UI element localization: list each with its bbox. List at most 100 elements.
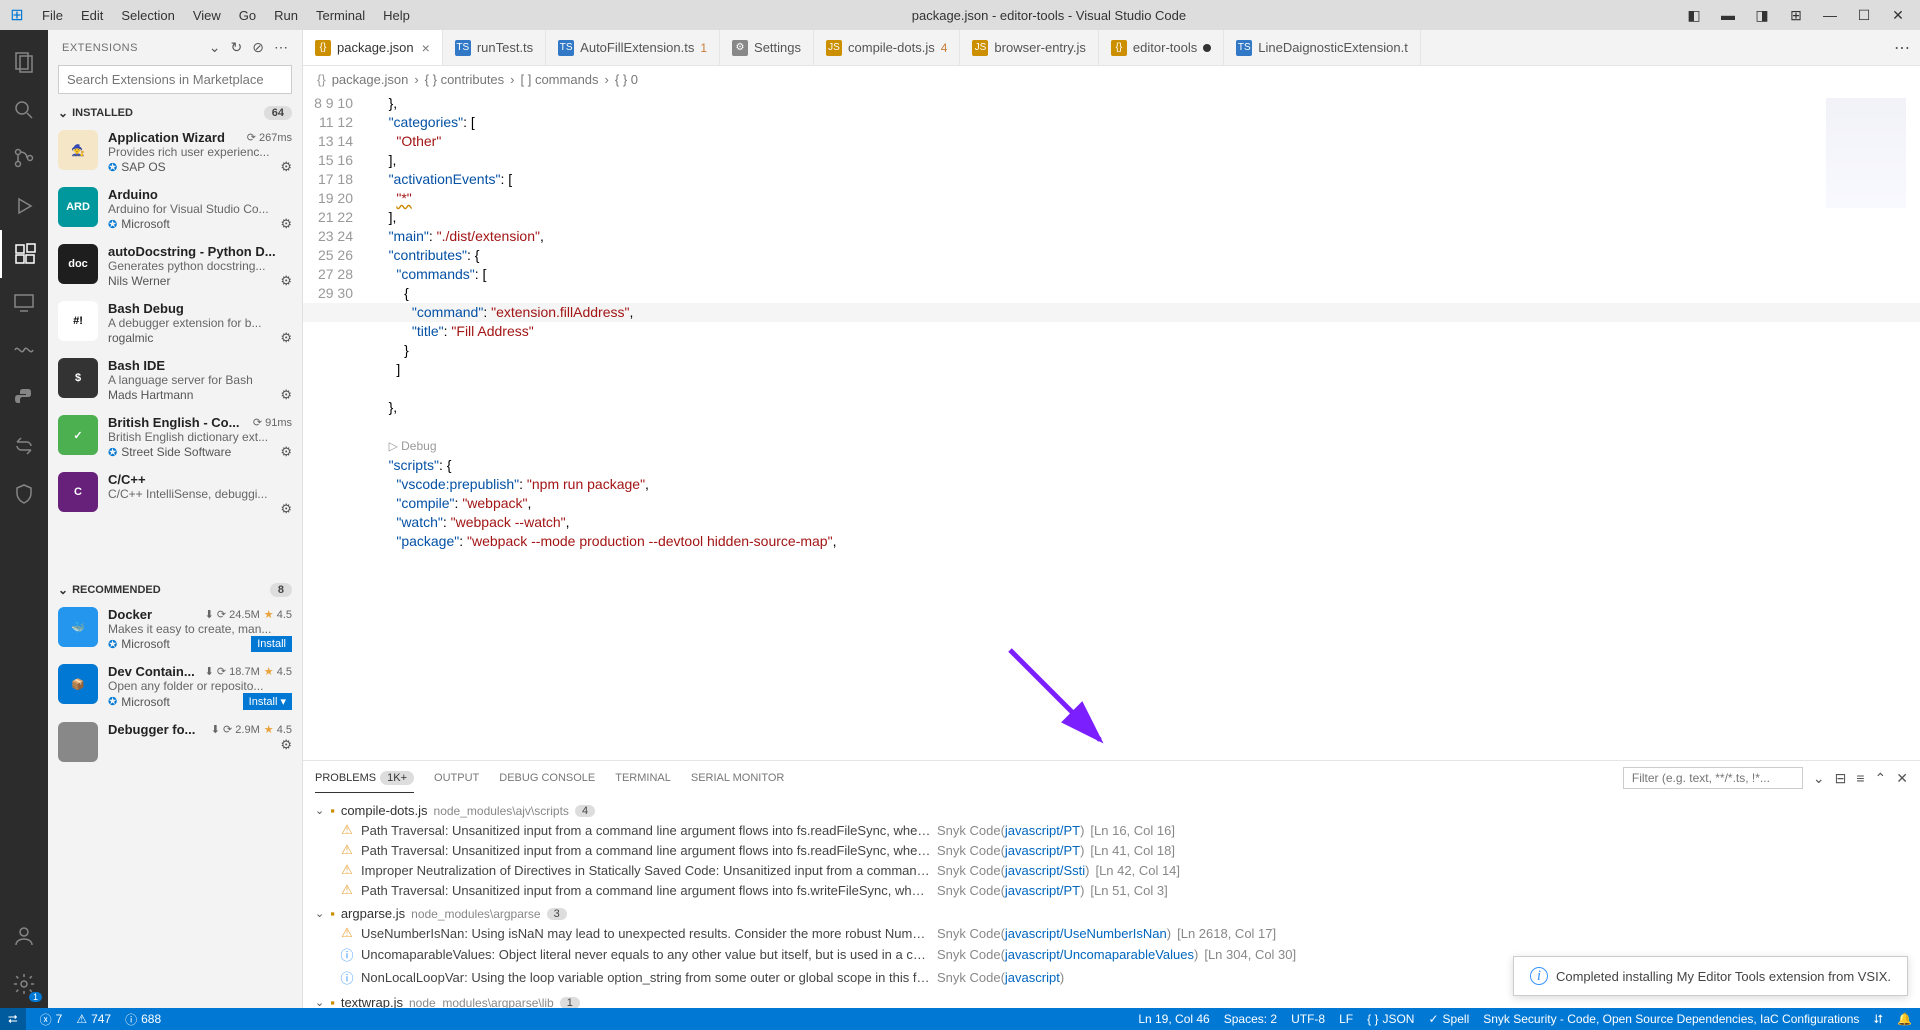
remote-indicator[interactable]: ⮂ [0,1008,26,1030]
extension-item[interactable]: Debugger fo...⬇ ⟳ 2.9M★ 4.5 ⚙ [48,716,302,768]
menu-view[interactable]: View [185,8,229,23]
menu-run[interactable]: Run [266,8,306,23]
gear-icon[interactable]: ⚙ [280,444,292,460]
gear-icon[interactable]: ⚙ [280,273,292,289]
window-minimize-icon[interactable]: — [1816,7,1844,23]
status-warnings[interactable]: ⚠ 747 [76,1012,111,1026]
activity-shield-icon[interactable] [0,470,48,518]
status-feedback-icon[interactable]: ⮃ [1873,1012,1883,1027]
tab-output[interactable]: OUTPUT [434,764,479,792]
extension-item[interactable]: 📦 Dev Contain...⬇ ⟳ 18.7M★ 4.5 Open any … [48,658,302,716]
editor-tab[interactable]: TSLineDaignosticExtension.t [1224,30,1421,65]
gear-icon[interactable]: ⚙ [280,159,292,175]
window-close-icon[interactable]: ✕ [1884,7,1912,24]
menu-go[interactable]: Go [231,8,264,23]
code-editor[interactable]: 8 9 10 11 12 13 14 15 16 17 18 19 20 21 … [303,92,1920,760]
problem-group-header[interactable]: ⌄▪ compile-dots.js node_modules\ajv\scri… [315,801,1908,820]
close-icon[interactable]: × [422,40,430,56]
editor-tab[interactable]: ⚙Settings [720,30,814,65]
tab-problems[interactable]: PROBLEMS1K+ [315,764,414,793]
maximize-panel-icon[interactable]: ⌃ [1875,770,1887,787]
minimap[interactable] [1826,98,1906,208]
extension-item[interactable]: doc autoDocstring - Python D... Generate… [48,238,302,295]
breadcrumb[interactable]: {}package.json›{ } contributes›[ ] comma… [303,66,1920,92]
more-icon[interactable]: ⋯ [274,39,288,56]
filter-icon[interactable]: ⌄ [209,39,221,56]
activity-graph-icon[interactable] [0,326,48,374]
tab-terminal[interactable]: TERMINAL [615,764,671,792]
editor-tab[interactable]: {}editor-tools [1099,30,1224,65]
status-encoding[interactable]: UTF-8 [1291,1012,1325,1026]
menu-terminal[interactable]: Terminal [308,8,373,23]
activity-explorer-icon[interactable] [0,38,48,86]
activity-extensions-icon[interactable] [0,230,48,278]
status-cursor[interactable]: Ln 19, Col 46 [1138,1012,1209,1026]
status-infos[interactable]: ⓘ 688 [125,1011,161,1028]
activity-python-icon[interactable] [0,374,48,422]
extension-item[interactable]: #! Bash Debug A debugger extension for b… [48,295,302,352]
layout-panel-left-icon[interactable]: ◧ [1680,7,1708,24]
extension-item[interactable]: C C/C++ C/C++ IntelliSense, debuggi... ⚙ [48,466,302,523]
gear-icon[interactable]: ⚙ [280,737,292,753]
problem-item[interactable]: ⚠Path Traversal: Unsanitized input from … [315,820,1908,840]
tab-serial-monitor[interactable]: SERIAL MONITOR [691,764,785,792]
extension-item[interactable]: 🧙 Application Wizard⟳ 267ms Provides ric… [48,124,302,181]
activity-source-control-icon[interactable] [0,134,48,182]
extension-item[interactable]: ✓ British English - Co...⟳ 91ms British … [48,409,302,466]
breadcrumb-item[interactable]: package.json [332,72,409,87]
window-maximize-icon[interactable]: ☐ [1850,7,1878,24]
editor-tab[interactable]: {}package.json× [303,30,443,65]
problems-filter-input[interactable] [1623,767,1803,789]
problem-item[interactable]: ⚠Improper Neutralization of Directives i… [315,860,1908,880]
install-button[interactable]: Install [243,693,292,710]
editor-tab[interactable]: JSbrowser-entry.js [960,30,1099,65]
menu-selection[interactable]: Selection [113,8,182,23]
notification-toast[interactable]: i Completed installing My Editor Tools e… [1513,956,1908,996]
debug-codelens[interactable]: Debug [389,439,437,453]
activity-accounts-icon[interactable] [0,912,48,960]
status-spell[interactable]: ✓ Spell [1428,1012,1469,1026]
close-panel-icon[interactable]: ✕ [1896,770,1908,787]
filter-settings-icon[interactable]: ⌄ [1813,770,1825,787]
status-eol[interactable]: LF [1339,1012,1353,1026]
activity-sync-icon[interactable] [0,422,48,470]
search-input[interactable] [58,65,292,94]
status-bell-icon[interactable]: 🔔 [1897,1012,1912,1026]
view-mode-icon[interactable]: ≡ [1856,770,1864,786]
status-spaces[interactable]: Spaces: 2 [1224,1012,1277,1026]
problem-item[interactable]: ⚠Path Traversal: Unsanitized input from … [315,840,1908,860]
install-button[interactable]: Install [251,636,292,652]
collapse-all-icon[interactable]: ⊟ [1835,770,1847,787]
editor-tab[interactable]: JScompile-dots.js4 [814,30,960,65]
status-language[interactable]: { } JSON [1367,1012,1414,1026]
problem-item[interactable]: ⚠Path Traversal: Unsanitized input from … [315,880,1908,900]
layout-panel-bottom-icon[interactable]: ▬ [1714,7,1742,23]
breadcrumb-item[interactable]: [ ] commands [521,72,599,87]
layout-customize-icon[interactable]: ⊞ [1782,7,1810,24]
activity-run-debug-icon[interactable] [0,182,48,230]
editor-tab[interactable]: TSAutoFillExtension.ts1 [546,30,720,65]
gear-icon[interactable]: ⚙ [280,216,292,232]
more-tabs-icon[interactable]: ⋯ [1894,38,1910,58]
extension-item[interactable]: $ Bash IDE A language server for Bash Ma… [48,352,302,409]
activity-settings-icon[interactable]: 1 [0,960,48,1008]
tab-debug-console[interactable]: DEBUG CONSOLE [499,764,595,792]
problem-item[interactable]: ⚠UseNumberIsNan: Using isNaN may lead to… [315,923,1908,943]
recommended-section-header[interactable]: ⌄ RECOMMENDED 8 [48,579,302,601]
breadcrumb-item[interactable]: { } 0 [615,72,638,87]
gear-icon[interactable]: ⚙ [280,330,292,346]
menu-edit[interactable]: Edit [73,8,111,23]
status-snyk[interactable]: Snyk Security - Code, Open Source Depend… [1483,1012,1859,1026]
menu-help[interactable]: Help [375,8,418,23]
activity-remote-icon[interactable] [0,278,48,326]
clear-icon[interactable]: ⊘ [252,39,264,56]
status-errors[interactable]: ⓧ 7 [40,1011,63,1028]
gear-icon[interactable]: ⚙ [280,501,292,517]
activity-search-icon[interactable] [0,86,48,134]
problem-group-header[interactable]: ⌄▪ argparse.js node_modules\argparse 3 [315,904,1908,923]
extension-item[interactable]: 🐳 Docker⬇ ⟳ 24.5M★ 4.5 Makes it easy to … [48,601,302,658]
gear-icon[interactable]: ⚙ [280,387,292,403]
extension-item[interactable]: ARD Arduino Arduino for Visual Studio Co… [48,181,302,238]
editor-tab[interactable]: TSrunTest.ts [443,30,546,65]
breadcrumb-item[interactable]: { } contributes [425,72,505,87]
